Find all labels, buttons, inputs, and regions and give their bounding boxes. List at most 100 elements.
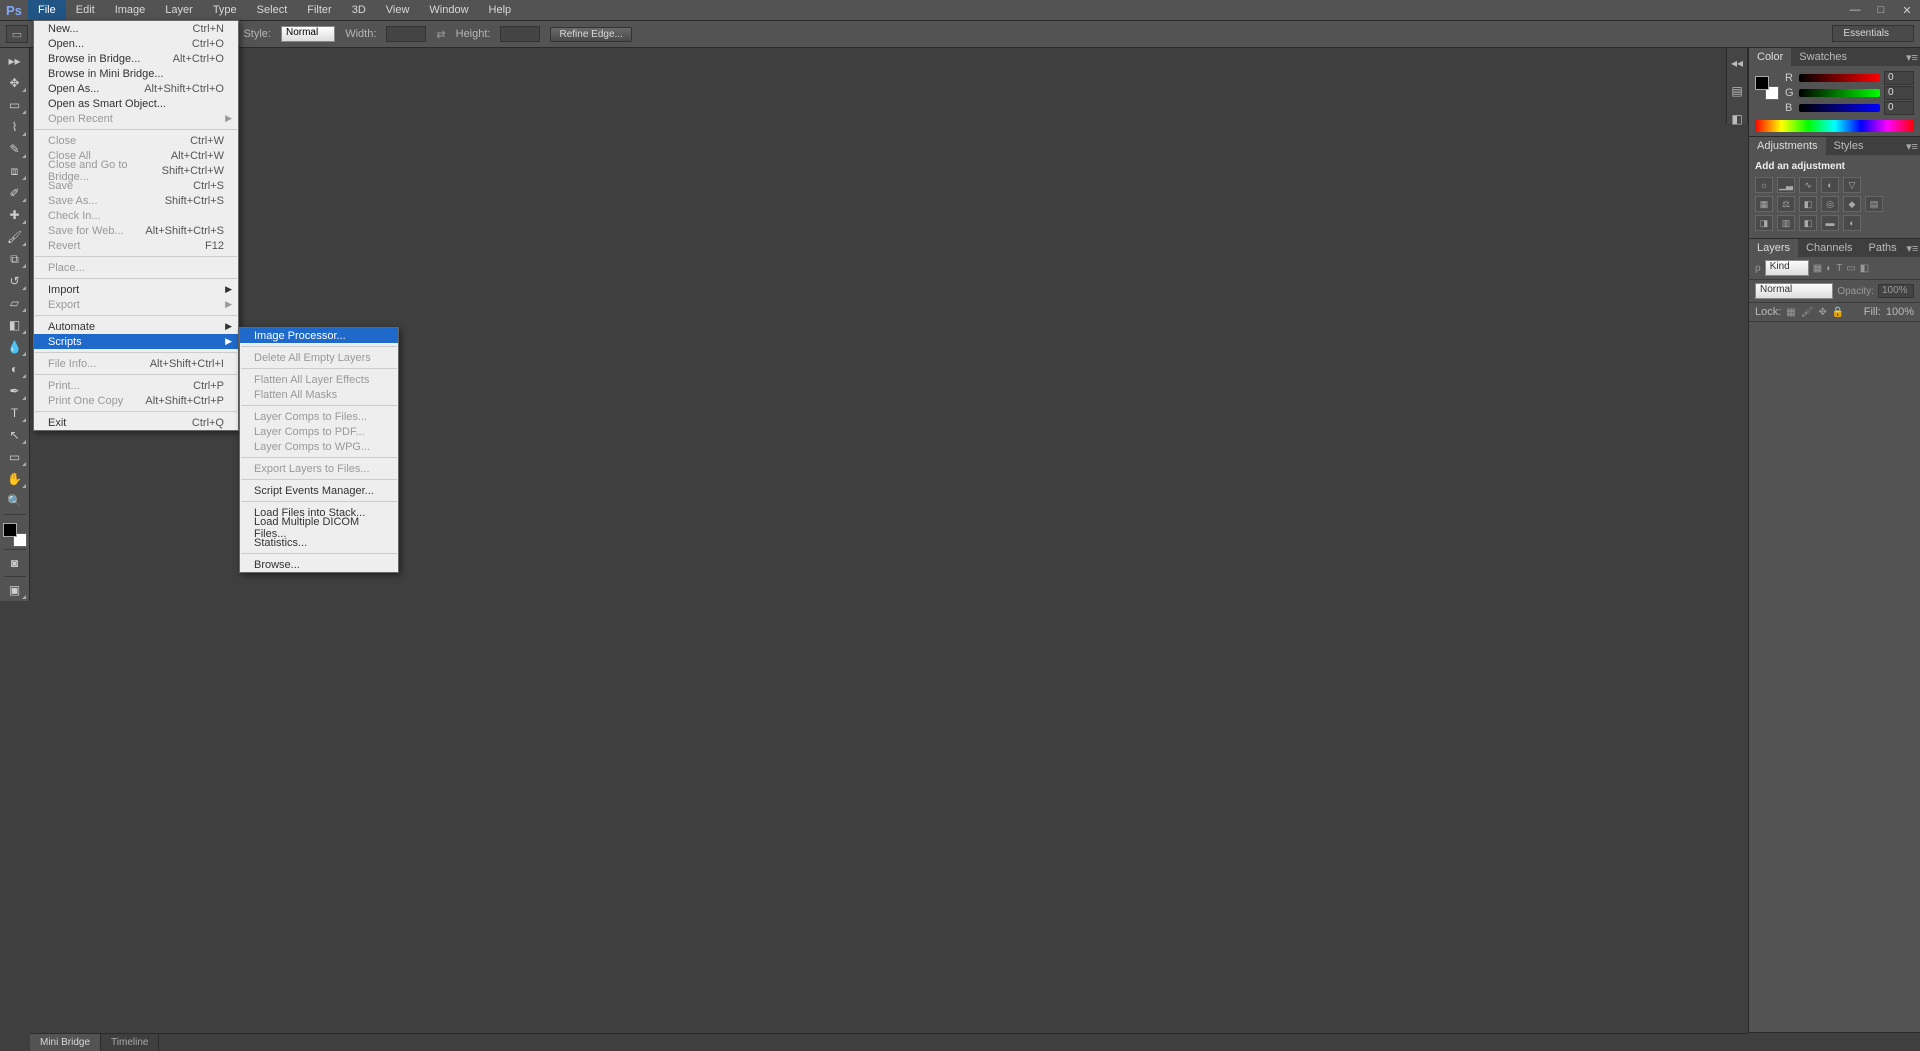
g-slider[interactable]: [1799, 89, 1880, 97]
height-input[interactable]: [500, 26, 540, 42]
menu-item-exit[interactable]: ExitCtrl+Q: [34, 415, 238, 430]
refine-edge-button[interactable]: Refine Edge...: [550, 27, 631, 42]
menu-item-scripts[interactable]: Scripts▶: [34, 334, 238, 349]
menu-item-open-as-smart-object-[interactable]: Open as Smart Object...: [34, 96, 238, 111]
menu-item-load-multiple-dicom-files-[interactable]: Load Multiple DICOM Files...: [240, 520, 398, 535]
menu-item-automate[interactable]: Automate▶: [34, 319, 238, 334]
menu-help[interactable]: Help: [479, 0, 522, 20]
history-brush-tool-icon[interactable]: ↺: [3, 271, 27, 291]
panel-menu-icon[interactable]: ▾≡: [1904, 137, 1920, 155]
levels-icon[interactable]: ▁▃: [1777, 177, 1795, 193]
menu-file[interactable]: File: [28, 0, 66, 20]
zoom-tool-icon[interactable]: 🔍: [3, 491, 27, 511]
opacity-field[interactable]: 100%: [1878, 284, 1914, 298]
invert-icon[interactable]: ◨: [1755, 215, 1773, 231]
menu-type[interactable]: Type: [203, 0, 247, 20]
tab-channels[interactable]: Channels: [1798, 239, 1860, 257]
r-slider[interactable]: [1799, 74, 1880, 82]
marquee-tool-icon[interactable]: ▭: [3, 95, 27, 115]
color-fgbg[interactable]: [1755, 76, 1779, 100]
brightness-contrast-icon[interactable]: ☼: [1755, 177, 1773, 193]
adjust-filter-icon[interactable]: ◐: [1826, 263, 1832, 274]
filter-kind-select[interactable]: Kind: [1765, 260, 1809, 276]
vibrance-icon[interactable]: ▽: [1843, 177, 1861, 193]
tab-paths[interactable]: Paths: [1861, 239, 1905, 257]
blend-mode-select[interactable]: Normal: [1755, 283, 1833, 299]
menu-item-script-events-manager-[interactable]: Script Events Manager...: [240, 483, 398, 498]
menu-item-browse-in-bridge-[interactable]: Browse in Bridge...Alt+Ctrl+O: [34, 51, 238, 66]
tab-color[interactable]: Color: [1749, 48, 1791, 66]
menu-layer[interactable]: Layer: [155, 0, 203, 20]
lock-position-icon[interactable]: ✥: [1818, 307, 1826, 318]
color-lookup-icon[interactable]: ▤: [1865, 196, 1883, 212]
tab-adjustments[interactable]: Adjustments: [1749, 137, 1826, 155]
dodge-tool-icon[interactable]: ◐: [3, 359, 27, 379]
properties-panel-icon[interactable]: ◧: [1731, 112, 1742, 126]
gradient-map-icon[interactable]: ▬: [1821, 215, 1839, 231]
collapse-icon[interactable]: ▸▸: [3, 51, 27, 71]
bw-icon[interactable]: ◧: [1799, 196, 1817, 212]
menu-filter[interactable]: Filter: [297, 0, 341, 20]
menu-item-open-as-[interactable]: Open As...Alt+Shift+Ctrl+O: [34, 81, 238, 96]
fill-field[interactable]: 100%: [1886, 306, 1914, 318]
menu-item-open-[interactable]: Open...Ctrl+O: [34, 36, 238, 51]
blur-tool-icon[interactable]: 💧: [3, 337, 27, 357]
window-close-icon[interactable]: ✕: [1898, 4, 1916, 17]
panel-menu-icon[interactable]: ▾≡: [1904, 48, 1920, 66]
window-minimize-icon[interactable]: —: [1846, 4, 1864, 16]
pixel-filter-icon[interactable]: ▦: [1813, 263, 1822, 274]
hand-tool-icon[interactable]: ✋: [3, 469, 27, 489]
type-filter-icon[interactable]: T: [1836, 263, 1842, 274]
g-value[interactable]: 0: [1884, 86, 1914, 100]
color-spectrum[interactable]: [1755, 120, 1914, 132]
curves-icon[interactable]: ∿: [1799, 177, 1817, 193]
r-value[interactable]: 0: [1884, 71, 1914, 85]
style-select[interactable]: Normal: [281, 26, 335, 42]
exposure-icon[interactable]: ◐: [1821, 177, 1839, 193]
swap-icon[interactable]: ⇄: [436, 28, 445, 41]
pen-tool-icon[interactable]: ✒: [3, 381, 27, 401]
window-maximize-icon[interactable]: □: [1872, 4, 1890, 16]
expand-dock-icon[interactable]: ◂◂: [1731, 56, 1743, 70]
screenmode-icon[interactable]: ▣: [3, 580, 27, 600]
posterize-icon[interactable]: ▥: [1777, 215, 1795, 231]
menu-item-import[interactable]: Import▶: [34, 282, 238, 297]
tab-swatches[interactable]: Swatches: [1791, 48, 1855, 66]
menu-item-image-processor-[interactable]: Image Processor...: [240, 328, 398, 343]
filter-kind-icon[interactable]: ρ: [1755, 263, 1761, 274]
menu-edit[interactable]: Edit: [66, 0, 105, 20]
hue-sat-icon[interactable]: ▦: [1755, 196, 1773, 212]
menu-view[interactable]: View: [376, 0, 420, 20]
tab-layers[interactable]: Layers: [1749, 239, 1798, 257]
menu-window[interactable]: Window: [419, 0, 478, 20]
tool-preset-picker[interactable]: ▭: [6, 25, 28, 43]
b-slider[interactable]: [1799, 104, 1880, 112]
tab-styles[interactable]: Styles: [1826, 137, 1872, 155]
healing-tool-icon[interactable]: ✚: [3, 205, 27, 225]
quickmask-icon[interactable]: ◙: [3, 553, 27, 573]
menu-item-browse-in-mini-bridge-[interactable]: Browse in Mini Bridge...: [34, 66, 238, 81]
lock-all-icon[interactable]: 🔒: [1832, 307, 1844, 318]
channel-mixer-icon[interactable]: ◆: [1843, 196, 1861, 212]
crop-tool-icon[interactable]: ⧈: [3, 161, 27, 181]
lock-image-icon[interactable]: 🖌: [1801, 307, 1814, 318]
lasso-tool-icon[interactable]: ⌇: [3, 117, 27, 137]
color-balance-icon[interactable]: ⚖: [1777, 196, 1795, 212]
history-panel-icon[interactable]: ▤: [1731, 84, 1742, 98]
menu-item-statistics-[interactable]: Statistics...: [240, 535, 398, 550]
panel-menu-icon[interactable]: ▾≡: [1905, 239, 1920, 257]
gradient-tool-icon[interactable]: ◧: [3, 315, 27, 335]
move-tool-icon[interactable]: ✥: [3, 73, 27, 93]
color-swatches[interactable]: [3, 523, 27, 547]
smart-filter-icon[interactable]: ◧: [1860, 263, 1869, 274]
threshold-icon[interactable]: ◧: [1799, 215, 1817, 231]
menu-item-new-[interactable]: New...Ctrl+N: [34, 21, 238, 36]
path-select-tool-icon[interactable]: ↖: [3, 425, 27, 445]
menu-item-browse-[interactable]: Browse...: [240, 557, 398, 572]
lock-transparent-icon[interactable]: ▦: [1786, 307, 1795, 318]
eyedropper-tool-icon[interactable]: ✐: [3, 183, 27, 203]
menu-select[interactable]: Select: [247, 0, 298, 20]
workspace-switcher[interactable]: Essentials: [1832, 25, 1914, 42]
width-input[interactable]: [386, 26, 426, 42]
brush-tool-icon[interactable]: 🖌: [3, 227, 27, 247]
